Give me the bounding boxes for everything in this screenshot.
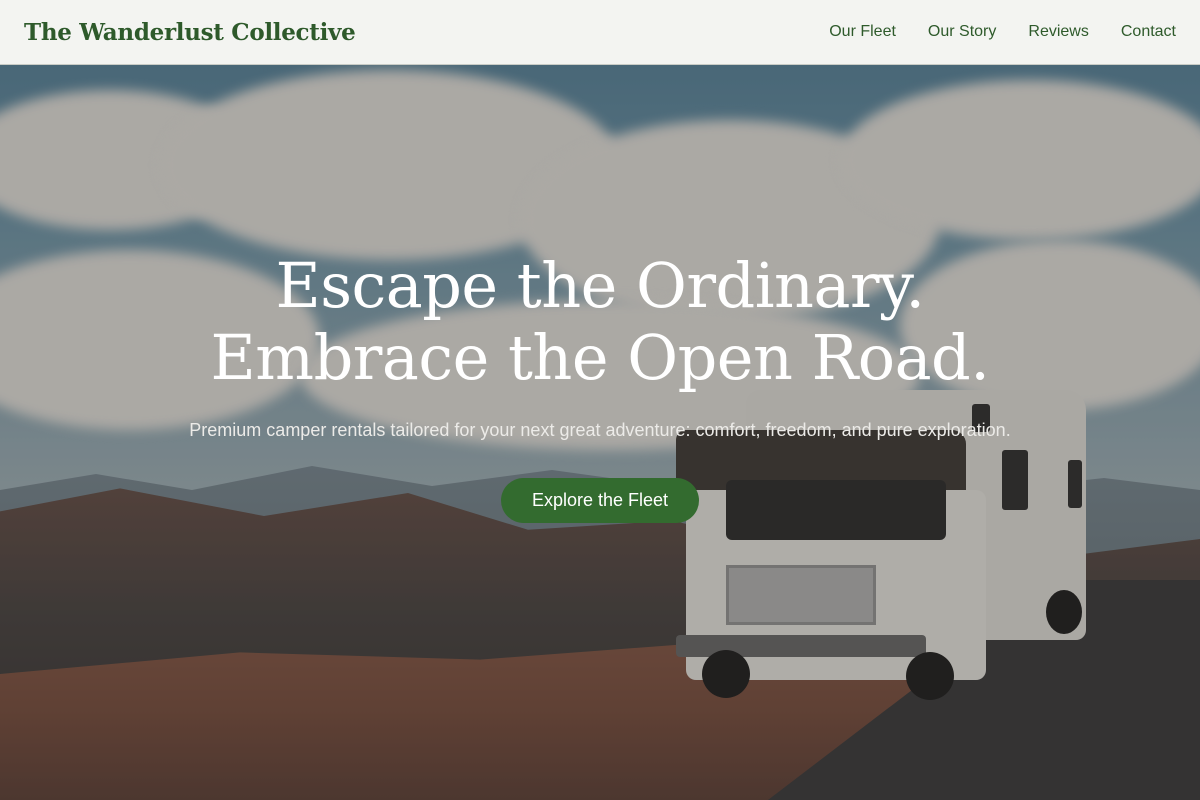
hero-headline-line1: Escape the Ordinary. (275, 249, 925, 322)
nav-link-contact[interactable]: Contact (1121, 23, 1176, 41)
hero-content: Escape the Ordinary. Embrace the Open Ro… (0, 250, 1200, 523)
nav-link-reviews[interactable]: Reviews (1028, 23, 1088, 41)
hero-headline-line2: Embrace the Open Road. (210, 321, 990, 394)
brand-logo[interactable]: The Wanderlust Collective (24, 19, 356, 46)
nav-links: Our Fleet Our Story Reviews Contact (829, 23, 1176, 41)
hero-subtitle: Premium camper rentals tailored for your… (189, 420, 1011, 440)
navbar: The Wanderlust Collective Our Fleet Our … (0, 0, 1200, 65)
explore-fleet-button[interactable]: Explore the Fleet (500, 478, 700, 523)
nav-link-our-fleet[interactable]: Our Fleet (829, 23, 896, 41)
hero-headline: Escape the Ordinary. Embrace the Open Ro… (0, 250, 1200, 394)
nav-link-our-story[interactable]: Our Story (928, 23, 996, 41)
